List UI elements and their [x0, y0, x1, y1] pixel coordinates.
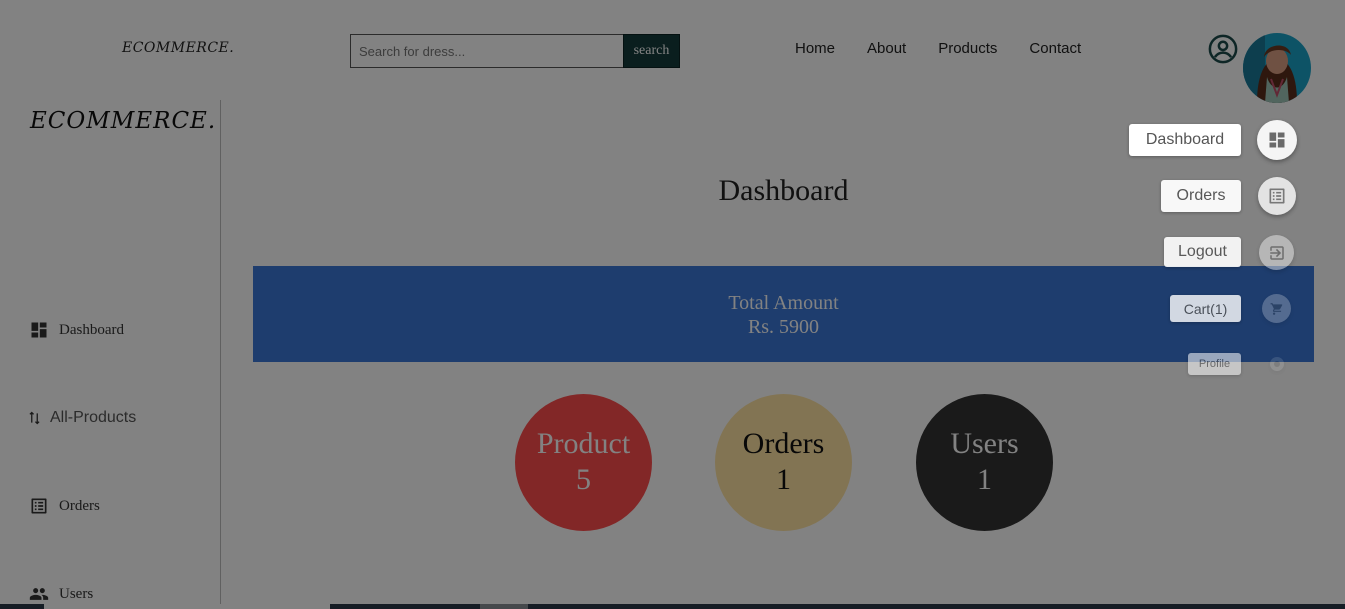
speed-dial-orders-button[interactable]	[1258, 177, 1296, 215]
speed-dial-label-logout[interactable]: Logout	[1164, 237, 1241, 267]
speed-dial-label-orders[interactable]: Orders	[1161, 180, 1241, 212]
speed-dial-dashboard-button[interactable]	[1257, 120, 1297, 160]
speed-dial-label-dashboard[interactable]: Dashboard	[1129, 124, 1241, 156]
speed-dial-label-profile[interactable]: Profile	[1188, 353, 1241, 375]
speed-dial-cart-button[interactable]	[1262, 294, 1291, 323]
person-icon	[1274, 361, 1280, 367]
dashboard-icon	[1269, 132, 1285, 148]
speed-dial-profile-button[interactable]	[1270, 357, 1284, 371]
cart-icon	[1270, 302, 1282, 315]
speed-dial-label-cart[interactable]: Cart(1)	[1170, 295, 1241, 322]
list-icon	[1269, 188, 1285, 204]
speed-dial-logout-button[interactable]	[1259, 235, 1294, 270]
speed-dial-backdrop[interactable]	[0, 0, 1345, 609]
logout-icon	[1269, 245, 1284, 260]
